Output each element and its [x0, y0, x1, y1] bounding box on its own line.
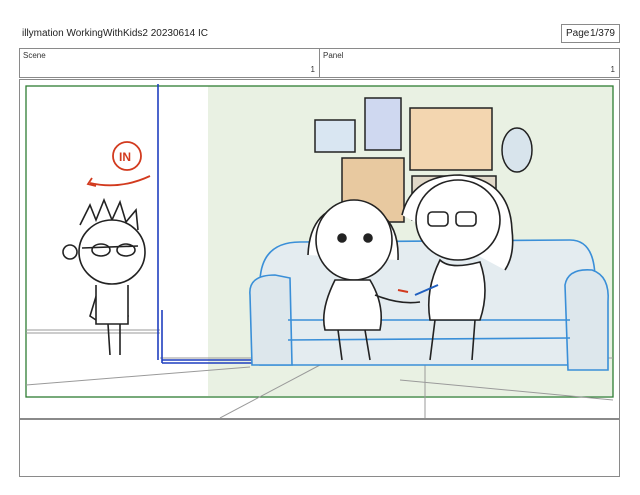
in-annotation: [86, 141, 151, 187]
panel-field[interactable]: Panel 1: [319, 48, 620, 78]
scene-label: Scene: [23, 51, 46, 60]
panel-label: Panel: [323, 51, 344, 60]
document-title: illymation WorkingWithKids2 20230614 IC: [22, 28, 209, 39]
scene-field[interactable]: Scene 1: [19, 48, 320, 78]
storyboard-drawing: IN: [25, 84, 614, 418]
storyboard-frame[interactable]: IN: [19, 79, 620, 419]
scene-number: 1: [310, 65, 315, 74]
page-indicator: Page 1/379: [561, 24, 620, 43]
page-label: Page: [566, 28, 590, 39]
page-value: 1/379: [589, 28, 615, 39]
boy-character: [62, 197, 146, 356]
in-annotation-text: IN: [119, 150, 131, 164]
panel-number: 1: [610, 65, 615, 74]
notes-field[interactable]: [19, 419, 620, 477]
